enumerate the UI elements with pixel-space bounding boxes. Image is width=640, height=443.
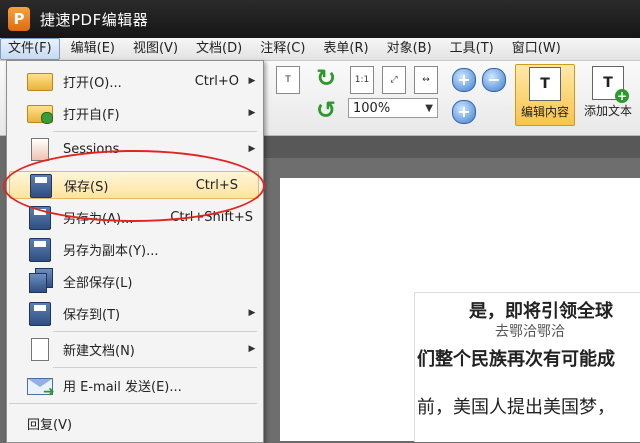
- menu-item-label: 全部保存(L): [63, 275, 133, 291]
- menu-item-label: 打开自(F): [63, 107, 120, 123]
- edit-content-icon: T: [529, 67, 561, 101]
- menu-separator: [53, 331, 257, 332]
- rotate-cw-icon[interactable]: ↻: [312, 64, 340, 92]
- folder-globe-icon: [25, 100, 55, 126]
- menu-item-label: 另存为副本(Y)...: [63, 243, 159, 259]
- zoom-select[interactable]: 100% ▼: [348, 98, 438, 118]
- menu-item-open-from[interactable]: 打开自(F) ▶: [9, 99, 259, 127]
- menu-item-label: 打开(O)...: [63, 75, 122, 91]
- menu-item-email[interactable]: ➜ 用 E-mail 发送(E)...: [9, 371, 259, 400]
- document-content[interactable]: 是，即将引领全球 去鄂洽鄂洽 们整个民族再次有可能成 前，美国人提出美国梦，: [414, 292, 640, 442]
- menu-view[interactable]: 视图(V): [126, 39, 185, 59]
- menu-bar: 文件(F) 编辑(E) 视图(V) 文档(D) 注释(C) 表单(R) 对象(B…: [0, 38, 640, 61]
- actual-size-icon[interactable]: 1:1: [350, 66, 374, 94]
- rotate-ccw-icon[interactable]: ↺: [312, 96, 340, 124]
- floppy-copy-icon: [25, 236, 55, 262]
- new-document-icon: [25, 336, 55, 362]
- submenu-arrow-icon: ▶: [248, 76, 256, 86]
- menu-item-label: 新建文档(N): [63, 343, 135, 359]
- zoom-value: 100%: [353, 101, 391, 116]
- submenu-arrow-icon: ▶: [248, 308, 256, 318]
- add-text-label: 添加文本: [583, 104, 632, 118]
- floppy-to-icon: [25, 300, 55, 326]
- document-ruler: [258, 136, 640, 158]
- add-text-button[interactable]: T + 添加文本: [578, 64, 638, 124]
- menu-item-save-copy[interactable]: 另存为副本(Y)...: [9, 235, 259, 263]
- zoom-in-magnifier-icon[interactable]: +: [452, 68, 476, 92]
- app-logo-icon: P: [8, 7, 30, 31]
- menu-item-open[interactable]: 打开(O)... Ctrl+O ▶: [9, 67, 259, 95]
- menu-item-save-all[interactable]: 全部保存(L): [9, 267, 259, 295]
- menu-tools[interactable]: 工具(T): [443, 39, 501, 59]
- title-bar: P 捷速PDF编辑器: [0, 0, 640, 38]
- menu-window[interactable]: 窗口(W): [505, 39, 568, 59]
- doc-text-line: 前，美国人提出美国梦，: [417, 397, 615, 418]
- doc-text-line: 是，即将引领全球: [469, 301, 613, 322]
- text-select-icon[interactable]: T: [276, 66, 300, 94]
- chevron-down-icon: ▼: [425, 103, 433, 114]
- menu-item-revert[interactable]: 回复(V): [9, 409, 259, 437]
- menu-comment[interactable]: 注释(C): [253, 39, 312, 59]
- menu-separator: [53, 367, 257, 368]
- doc-text-line: 去鄂洽鄂洽: [495, 324, 565, 340]
- menu-item-save-to[interactable]: 保存到(T) ▶: [9, 299, 259, 327]
- menu-edit[interactable]: 编辑(E): [64, 39, 122, 59]
- submenu-arrow-icon: ▶: [248, 344, 256, 354]
- menu-item-label: 回复(V): [27, 417, 73, 433]
- annotation-circle: [3, 150, 265, 222]
- menu-object[interactable]: 对象(B): [380, 39, 439, 59]
- zoom-in-icon[interactable]: +: [452, 100, 476, 124]
- zoom-out-icon[interactable]: −: [482, 68, 506, 92]
- menu-document[interactable]: 文档(D): [189, 39, 249, 59]
- edit-content-button[interactable]: T 编辑内容: [515, 64, 575, 126]
- floppy-stack-icon: [25, 268, 55, 294]
- menu-form[interactable]: 表单(R): [316, 39, 375, 59]
- menu-separator: [9, 403, 257, 404]
- edit-content-label: 编辑内容: [520, 105, 569, 119]
- plus-icon: +: [615, 89, 629, 103]
- app-title: 捷速PDF编辑器: [40, 10, 149, 29]
- add-text-icon: T +: [592, 66, 629, 103]
- menu-item-new-document[interactable]: 新建文档(N) ▶: [9, 335, 259, 363]
- doc-text-line: 们整个民族再次有可能成: [417, 349, 615, 370]
- fit-page-icon[interactable]: ⤢: [382, 66, 406, 94]
- menu-file[interactable]: 文件(F): [0, 38, 60, 60]
- submenu-arrow-icon: ▶: [248, 108, 256, 118]
- email-icon: ➜: [25, 372, 55, 400]
- folder-icon: [25, 68, 55, 94]
- file-menu-dropdown: 打开(O)... Ctrl+O ▶ 打开自(F) ▶ Sessions ▶ 保存…: [6, 60, 264, 443]
- menu-separator: [53, 131, 257, 132]
- submenu-arrow-icon: ▶: [248, 144, 256, 154]
- fit-width-icon[interactable]: ↔: [414, 66, 438, 94]
- menu-item-shortcut: Ctrl+O: [194, 73, 239, 89]
- menu-item-label: 保存到(T): [63, 307, 121, 323]
- menu-item-label: 用 E-mail 发送(E)...: [63, 379, 182, 395]
